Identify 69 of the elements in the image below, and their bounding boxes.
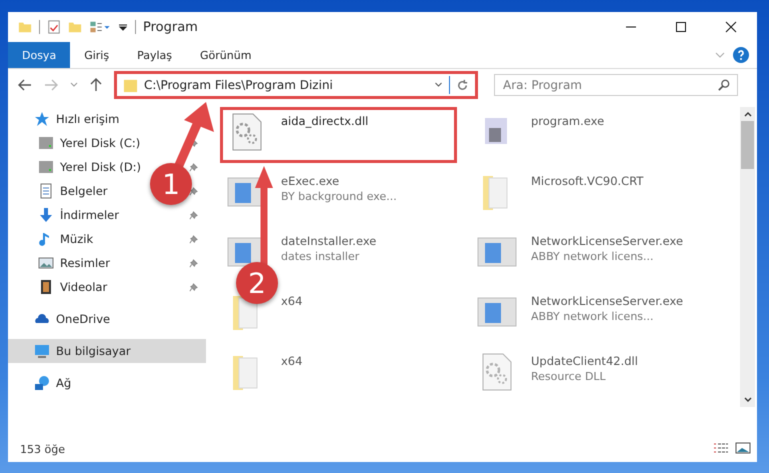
recent-icon[interactable] — [70, 82, 78, 88]
back-icon[interactable] — [18, 79, 32, 91]
properties-icon[interactable] — [47, 20, 61, 34]
file-name[interactable]: NetworkLicenseServer.exe — [531, 294, 684, 308]
file-name[interactable]: x64 — [281, 354, 302, 368]
file-description: BY background exe... — [281, 190, 397, 203]
close-icon[interactable] — [725, 21, 737, 33]
pin-icon[interactable] — [189, 234, 198, 244]
drive-icon — [38, 159, 54, 175]
file-name[interactable]: x64 — [281, 294, 302, 308]
network-icon — [34, 375, 50, 391]
file-name[interactable]: Microsoft.VC90.CRT — [531, 174, 644, 188]
window-title: Program — [143, 20, 198, 34]
scroll-down-icon[interactable] — [744, 397, 752, 403]
refresh-icon[interactable] — [456, 78, 469, 92]
sidebar-item[interactable]: İndirmeler — [38, 204, 119, 226]
pin-icon[interactable] — [189, 210, 198, 220]
sidebar-item[interactable]: OneDrive — [34, 308, 110, 330]
item-count: 153 öğe — [19, 443, 66, 458]
star-icon — [34, 111, 50, 127]
sidebar-item[interactable]: Belgeler — [38, 180, 108, 202]
scrollbar[interactable] — [740, 107, 755, 407]
pin-icon[interactable] — [189, 282, 198, 292]
sidebar-item[interactable]: Bu bilgisayar — [34, 340, 131, 362]
file-description: ABBY network licens... — [531, 310, 655, 323]
sidebar-item[interactable]: Müzik — [38, 228, 94, 250]
up-icon[interactable] — [90, 78, 102, 92]
pin-icon[interactable] — [189, 162, 198, 172]
customize-icon[interactable] — [118, 22, 128, 32]
ribbon-tab[interactable]: Paylaş — [123, 42, 186, 68]
help-icon[interactable] — [733, 47, 749, 63]
sidebar-item[interactable]: Yerel Disk (C:) — [38, 132, 140, 154]
scroll-thumb[interactable] — [741, 121, 754, 169]
file-name[interactable]: UpdateClient42.dll — [531, 354, 638, 368]
file-name[interactable]: dateInstaller.exe — [281, 234, 376, 248]
download-icon — [38, 207, 54, 223]
film-icon — [38, 279, 54, 295]
search-icon — [718, 79, 730, 91]
document-icon — [38, 183, 54, 199]
file-description: ABBY network licens... — [531, 250, 655, 263]
details-view-icon[interactable] — [713, 442, 729, 454]
file-name[interactable]: program.exe — [531, 114, 604, 128]
file-description: dates installer — [281, 250, 360, 263]
pin-icon[interactable] — [189, 186, 198, 196]
drive-icon — [38, 135, 54, 151]
large-icons-view-icon[interactable] — [735, 442, 751, 454]
dropdown-icon[interactable] — [434, 82, 443, 88]
selected-file-item[interactable]: aida_directx.dll — [220, 107, 457, 163]
view-icon[interactable] — [89, 20, 111, 34]
address-bar[interactable]: C:\Program Files\Program Dizini — [114, 71, 478, 99]
sidebar-item[interactable]: Hızlı erişim — [34, 108, 120, 130]
ribbon-tab[interactable]: Dosya — [8, 42, 70, 68]
file-name[interactable]: NetworkLicenseServer.exe — [531, 234, 684, 248]
sidebar-item[interactable]: Resimler — [38, 252, 110, 274]
search-field[interactable]: Ara: Program — [494, 74, 738, 96]
file-name[interactable]: eExec.exe — [281, 174, 397, 188]
maximize-icon[interactable] — [675, 21, 687, 33]
picture-icon — [38, 255, 54, 271]
ribbon-tab[interactable]: Giriş — [70, 42, 124, 68]
sidebar-item[interactable]: Ağ — [34, 372, 72, 394]
pin-icon[interactable] — [189, 258, 198, 268]
scroll-up-icon[interactable] — [744, 111, 752, 117]
ribbon-tab[interactable]: Görünüm — [186, 42, 266, 68]
monitor-icon — [34, 343, 50, 359]
file-name[interactable]: aida_directx.dll — [281, 114, 368, 128]
expand-ribbon-icon[interactable] — [715, 52, 725, 58]
sidebar-item[interactable]: Yerel Disk (D:) — [38, 156, 142, 178]
sidebar-item[interactable]: Videolar — [38, 276, 108, 298]
file-description: Resource DLL — [531, 370, 607, 383]
